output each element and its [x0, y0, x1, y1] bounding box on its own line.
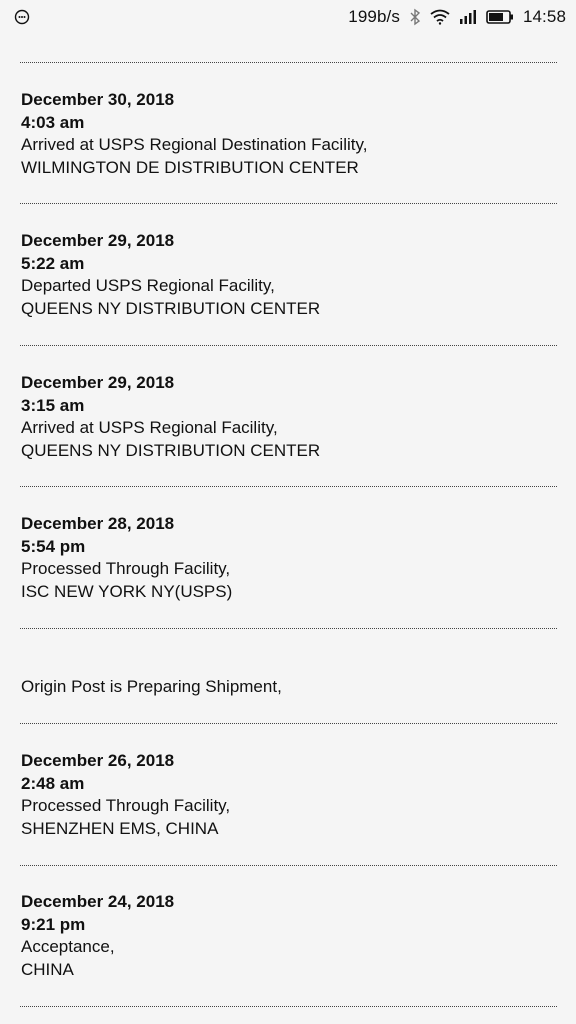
divider	[20, 62, 557, 63]
divider	[20, 865, 557, 866]
divider	[20, 345, 557, 346]
event-status: Processed Through Facility,	[21, 796, 231, 816]
event-status: Origin Post is Preparing Shipment,	[21, 677, 282, 696]
event-date: December 26, 2018	[21, 751, 175, 770]
tracking-entry: December 29, 2018 5:22 am Departed USPS …	[21, 230, 551, 320]
event-location: SHENZHEN EMS, CHINA	[21, 818, 219, 838]
divider	[20, 203, 557, 204]
event-status: Processed Through Facility,	[21, 559, 231, 579]
divider	[20, 486, 557, 487]
event-location: QUEENS NY DISTRIBUTION CENTER	[21, 440, 321, 460]
status-bar: 199b/s 14:58	[0, 0, 576, 34]
event-date: December 28, 2018	[21, 514, 175, 533]
event-status: Departed USPS Regional Facility,	[21, 276, 275, 296]
event-date: December 29, 2018	[21, 231, 175, 250]
tracking-entry: December 29, 2018 3:15 am Arrived at USP…	[21, 372, 551, 462]
bluetooth-icon	[409, 8, 421, 26]
event-status: Arrived at USPS Regional Destination Fac…	[21, 135, 368, 155]
event-time: 9:21 pm	[21, 914, 86, 934]
wifi-icon	[430, 9, 450, 25]
status-right: 199b/s 14:58	[348, 7, 566, 27]
event-date: December 24, 2018	[21, 892, 175, 911]
event-location: WILMINGTON DE DISTRIBUTION CENTER	[21, 157, 359, 177]
tracking-entry: December 28, 2018 5:54 pm Processed Thro…	[21, 513, 551, 603]
tracking-entry: Origin Post is Preparing Shipment,	[21, 676, 551, 699]
signal-icon	[459, 9, 477, 25]
network-speed: 199b/s	[348, 7, 400, 26]
battery-icon	[486, 9, 514, 25]
divider	[20, 628, 557, 629]
event-status: Acceptance,	[21, 937, 115, 957]
event-time: 5:22 am	[21, 253, 85, 273]
status-time: 14:58	[522, 7, 566, 26]
event-date: December 30, 2018	[21, 90, 175, 109]
event-time: 3:15 am	[21, 395, 85, 415]
event-location: ISC NEW YORK NY(USPS)	[21, 581, 233, 601]
tracking-entry: December 30, 2018 4:03 am Arrived at USP…	[21, 89, 551, 179]
event-location: CHINA	[21, 959, 74, 979]
divider	[20, 1006, 557, 1007]
event-time: 4:03 am	[21, 112, 85, 132]
event-time: 2:48 am	[21, 773, 85, 793]
divider	[20, 723, 557, 724]
event-status: Arrived at USPS Regional Facility,	[21, 418, 278, 438]
tracking-timeline: December 30, 2018 4:03 am Arrived at USP…	[0, 34, 576, 1024]
tracking-entry: December 24, 2018 9:21 pm Acceptance, CH…	[21, 891, 551, 981]
event-location: QUEENS NY DISTRIBUTION CENTER	[21, 298, 321, 318]
notification-icon	[14, 9, 30, 25]
tracking-entry: December 26, 2018 2:48 am Processed Thro…	[21, 750, 551, 840]
event-time: 5:54 pm	[21, 536, 86, 556]
event-date: December 29, 2018	[21, 373, 175, 392]
